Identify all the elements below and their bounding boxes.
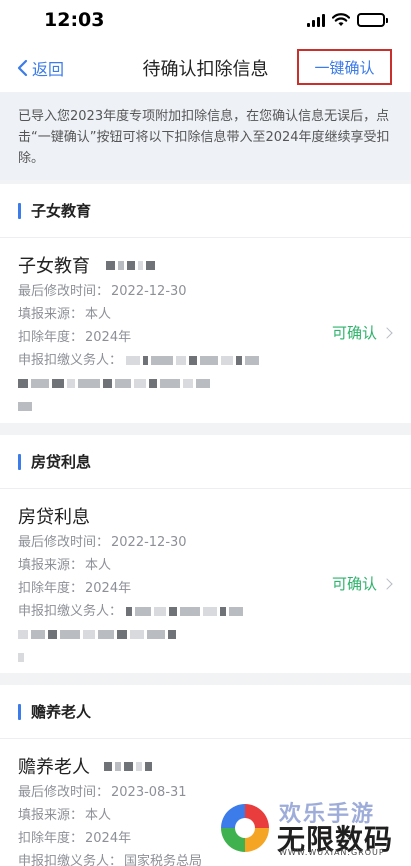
section-title: 赡养老人 <box>31 703 92 721</box>
withholder-line: 申报扣缴义务人： <box>18 600 393 623</box>
withholder-label: 申报扣缴义务人： <box>18 604 123 619</box>
battery-icon <box>357 13 388 27</box>
back-label: 返回 <box>32 60 65 79</box>
confirmable-status[interactable]: 可确认 <box>331 322 393 343</box>
section-title: 房贷利息 <box>31 453 92 471</box>
section-marker <box>18 703 21 720</box>
section-marker <box>18 202 21 219</box>
watermark-url-text: WWW.WUXIAN.GROUP <box>279 848 385 857</box>
redacted-withholder-3 <box>18 653 24 662</box>
withholder-label: 申报扣缴义务人： <box>18 353 123 368</box>
confirm-all-button[interactable]: 一键确认 <box>297 49 392 85</box>
chevron-right-icon <box>381 327 393 339</box>
modified-label: 最后修改时间： <box>18 785 110 800</box>
year-value: 2024年 <box>85 581 132 596</box>
status-icons <box>307 13 388 27</box>
section-marker <box>18 453 21 470</box>
year-label: 扣除年度： <box>18 581 84 596</box>
year-label: 扣除年度： <box>18 330 84 345</box>
status-time: 12:03 <box>44 9 105 31</box>
withholder-line-2 <box>18 623 393 646</box>
modified-value: 2022-12-30 <box>111 284 187 299</box>
section-title: 子女教育 <box>31 202 92 220</box>
modified-label: 最后修改时间： <box>18 284 110 299</box>
nav-bar: 返回 待确认扣除信息 一键确认 <box>0 42 411 92</box>
record-name: 子女教育 <box>18 256 90 277</box>
year-value: 2024年 <box>85 831 132 846</box>
year-label: 扣除年度： <box>18 831 84 846</box>
source-label: 填报来源： <box>18 307 84 322</box>
withholder-line-2 <box>18 372 393 395</box>
section-housing-loan-interest: 房贷利息 房贷利息 最后修改时间： 2022-12-30 填报来源： 本人 扣除年度… <box>0 435 411 673</box>
redacted-withholder-2 <box>18 630 176 639</box>
confirmable-label: 可确认 <box>331 575 377 593</box>
record-name: 房贷利息 <box>18 507 90 528</box>
back-button[interactable]: 返回 <box>16 56 64 80</box>
source-value: 本人 <box>85 307 112 322</box>
modified-line: 最后修改时间： 2022-12-30 <box>18 280 393 303</box>
source-label: 填报来源： <box>18 808 84 823</box>
section-gap <box>0 423 411 435</box>
withholder-value: 国家税务总局 <box>124 854 203 866</box>
section-gap <box>0 673 411 685</box>
status-bar: 12:03 <box>0 0 411 42</box>
withholder-label: 申报扣缴义务人： <box>18 854 123 866</box>
year-value: 2024年 <box>85 330 132 345</box>
section-children-education: 子女教育 子女教育 最后修改时间： 2022-12-30 填报来源： 本人 扣除年度… <box>0 184 411 423</box>
deduction-record[interactable]: 房贷利息 最后修改时间： 2022-12-30 填报来源： 本人 扣除年度： 2024… <box>0 489 411 669</box>
source-value: 本人 <box>85 558 112 573</box>
withholder-line: 申报扣缴义务人： <box>18 349 393 372</box>
cellular-signal-icon <box>307 13 325 27</box>
chevron-right-icon <box>381 578 393 590</box>
modified-value: 2022-12-30 <box>111 535 187 550</box>
section-header: 赡养老人 <box>0 685 411 739</box>
redacted-name <box>106 260 155 270</box>
modified-label: 最后修改时间： <box>18 535 110 550</box>
chevron-left-icon <box>17 59 28 77</box>
source-value: 本人 <box>85 808 112 823</box>
redacted-withholder-3 <box>18 402 32 411</box>
watermark-logo-icon <box>221 804 269 852</box>
redacted-withholder <box>126 607 244 616</box>
confirmable-label: 可确认 <box>331 324 377 342</box>
withholder-line-3 <box>18 395 393 418</box>
redacted-withholder-2 <box>18 379 210 388</box>
section-header: 房贷利息 <box>0 435 411 489</box>
modified-line: 最后修改时间： 2022-12-30 <box>18 531 393 554</box>
wifi-icon <box>332 13 350 26</box>
deduction-record[interactable]: 子女教育 最后修改时间： 2022-12-30 填报来源： 本人 扣除年度： 2024… <box>0 238 411 418</box>
import-notice: 已导入您2023年度专项附加扣除信息，在您确认信息无误后，点击“一键确认”按钮可… <box>0 92 411 180</box>
source-label: 填报来源： <box>18 558 84 573</box>
record-name: 赡养老人 <box>18 757 90 778</box>
withholder-line-3 <box>18 646 393 669</box>
site-watermark: 欢乐手游 无限数码 WWW.WUXIAN.GROUP <box>221 796 403 858</box>
confirmable-status[interactable]: 可确认 <box>331 573 393 594</box>
redacted-withholder <box>126 356 260 365</box>
modified-value: 2023-08-31 <box>111 785 187 800</box>
redacted-name <box>104 761 152 771</box>
section-header: 子女教育 <box>0 184 411 238</box>
